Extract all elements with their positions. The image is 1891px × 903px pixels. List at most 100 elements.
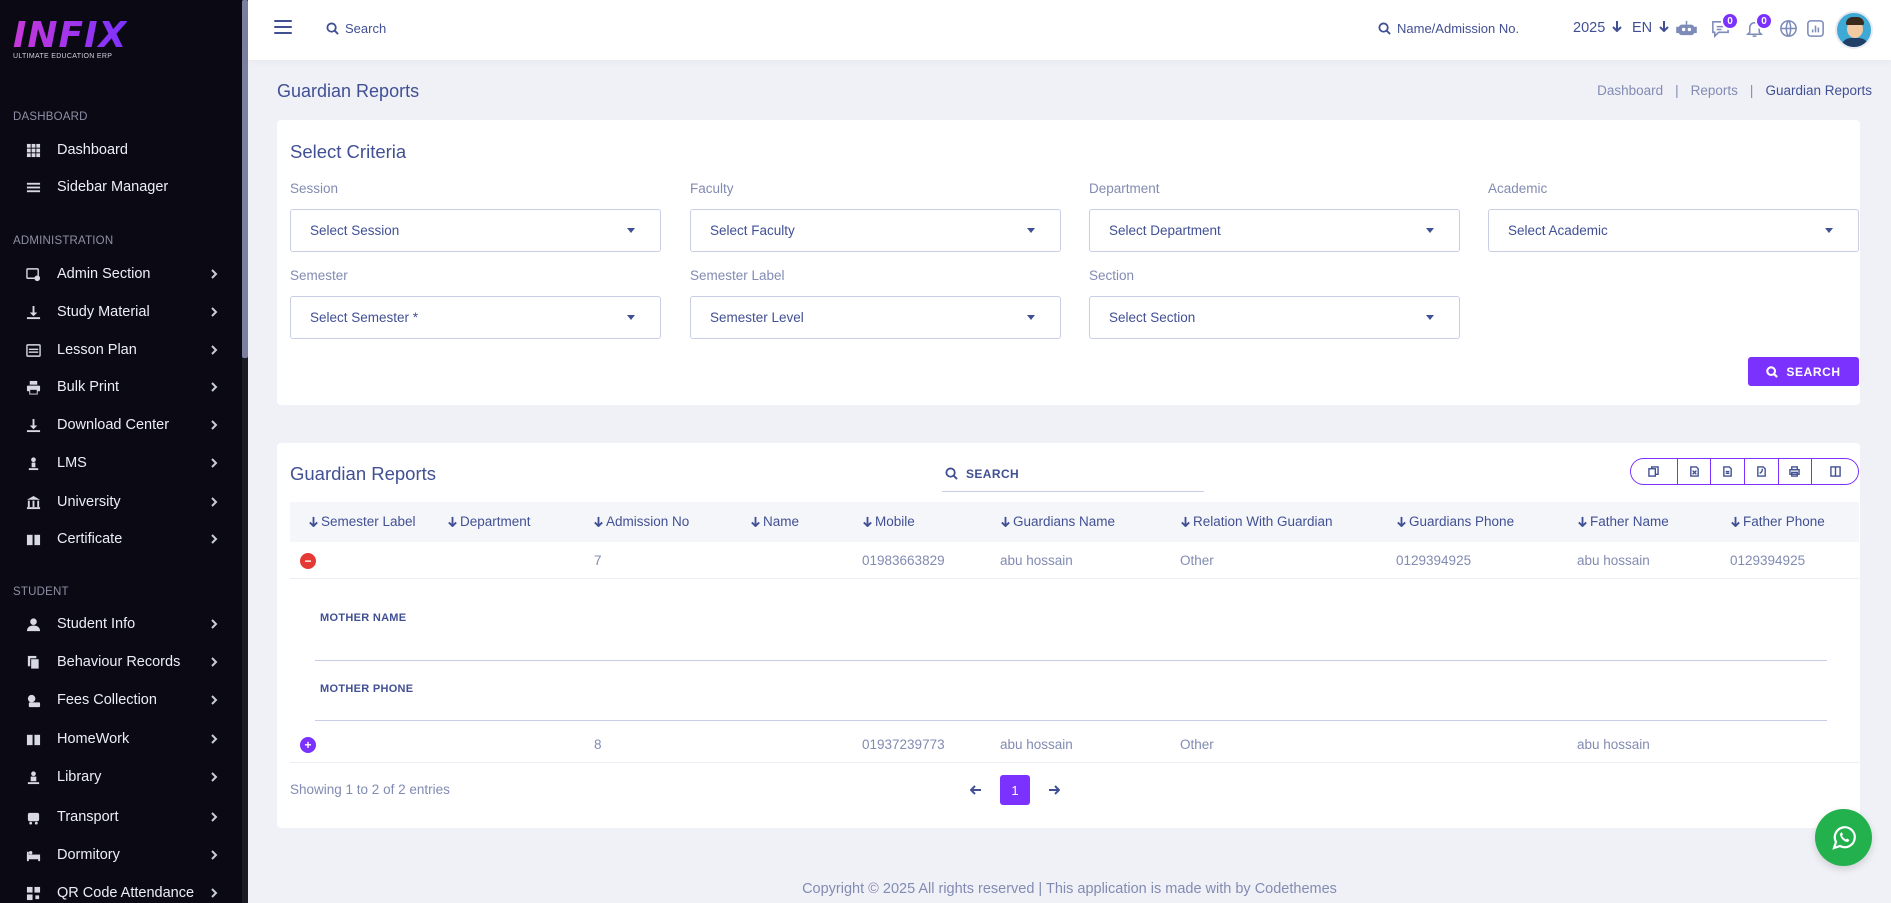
next-page-icon[interactable] bbox=[1044, 780, 1064, 800]
department-value: Select Department bbox=[1109, 223, 1221, 238]
column-father-name[interactable]: Father Name bbox=[1577, 514, 1669, 529]
chevron-right-icon bbox=[208, 693, 222, 707]
column-admission-no[interactable]: Admission No bbox=[593, 514, 689, 529]
cell-father-phone: 0129394925 bbox=[1730, 553, 1806, 568]
child-title: MOTHER NAME bbox=[320, 612, 407, 624]
search-icon bbox=[326, 22, 339, 35]
column-father-phone[interactable]: Father Phone bbox=[1730, 514, 1825, 529]
cell-father-name: abu hossain bbox=[1577, 553, 1650, 568]
pdf-icon[interactable] bbox=[1745, 459, 1779, 484]
chart-icon[interactable] bbox=[1805, 18, 1827, 40]
section-label: Section bbox=[1089, 268, 1135, 283]
qr-icon bbox=[25, 885, 41, 901]
session-select[interactable]: Select Session bbox=[290, 209, 661, 252]
column-guardians-phone[interactable]: Guardians Phone bbox=[1396, 514, 1514, 529]
sidebar-item-label: Dormitory bbox=[57, 847, 120, 863]
language-value: EN bbox=[1632, 20, 1653, 36]
sidebar-item-admin-section[interactable]: Admin Section bbox=[0, 258, 242, 290]
expand-row-icon[interactable]: + bbox=[300, 737, 316, 753]
download-icon bbox=[25, 417, 41, 433]
globe-icon[interactable] bbox=[1778, 18, 1800, 40]
search-button[interactable]: SEARCH bbox=[1748, 357, 1859, 386]
columns-icon[interactable] bbox=[1812, 459, 1858, 484]
column-guardians-name[interactable]: Guardians Name bbox=[1000, 514, 1115, 529]
chevron-right-icon bbox=[208, 305, 222, 319]
language-selector[interactable]: EN bbox=[1632, 20, 1670, 36]
column-semester-label[interactable]: Semester Label bbox=[308, 514, 416, 529]
breadcrumb-reports[interactable]: Reports bbox=[1691, 83, 1738, 98]
sidebar-item-university[interactable]: University bbox=[0, 486, 242, 518]
collapse-row-icon[interactable]: − bbox=[300, 553, 316, 569]
semester-label-select[interactable]: Semester Level bbox=[690, 296, 1061, 339]
csv-icon[interactable] bbox=[1711, 459, 1745, 484]
column-department[interactable]: Department bbox=[447, 514, 531, 529]
faculty-select[interactable]: Select Faculty bbox=[690, 209, 1061, 252]
search-button-label: SEARCH bbox=[1786, 364, 1841, 379]
page-number[interactable]: 1 bbox=[1000, 775, 1030, 805]
cell-admission-no: 8 bbox=[594, 737, 602, 752]
cell-guardians-name: abu hossain bbox=[1000, 737, 1073, 752]
brand-logo[interactable]: INFIX ULTIMATE EDUCATION ERP bbox=[13, 18, 127, 61]
section-select[interactable]: Select Section bbox=[1089, 296, 1460, 339]
sidebar-item-bulk-print[interactable]: Bulk Print bbox=[0, 371, 242, 403]
sort-arrow-icon bbox=[1181, 516, 1190, 527]
column-relation[interactable]: Relation With Guardian bbox=[1180, 514, 1333, 529]
bell-icon[interactable]: 0 bbox=[1744, 12, 1773, 40]
section-student: STUDENT bbox=[13, 586, 69, 598]
sidebar-item-download-center[interactable]: Download Center bbox=[0, 409, 242, 441]
grid-icon bbox=[25, 142, 41, 158]
column-label: Admission No bbox=[606, 514, 690, 529]
sidebar-item-lesson-plan[interactable]: Lesson Plan bbox=[0, 334, 242, 366]
child-row-mother-name: MOTHER NAME bbox=[315, 579, 1827, 661]
chat-icon[interactable]: 0 bbox=[1710, 12, 1739, 40]
cell-relation: Other bbox=[1180, 737, 1214, 752]
sidebar-item-fees-collection[interactable]: Fees Collection bbox=[0, 684, 242, 716]
whatsapp-icon[interactable] bbox=[1815, 809, 1872, 866]
cell-guardians-phone: 0129394925 bbox=[1396, 553, 1472, 568]
chat-badge: 0 bbox=[1721, 12, 1739, 30]
sidebar-item-sidebar-manager[interactable]: Sidebar Manager bbox=[0, 171, 242, 203]
sidebar-item-library[interactable]: Library bbox=[0, 761, 242, 793]
sidebar-item-label: Bulk Print bbox=[57, 379, 120, 395]
year-selector[interactable]: 2025 bbox=[1573, 20, 1623, 36]
robot-icon[interactable] bbox=[1676, 18, 1698, 40]
column-mobile[interactable]: Mobile bbox=[862, 514, 915, 529]
sidebar-item-transport[interactable]: Transport bbox=[0, 801, 242, 833]
global-search[interactable]: Search bbox=[326, 21, 386, 36]
sidebar-item-qr-code-attendance[interactable]: QR Code Attendance bbox=[0, 877, 242, 903]
student-search[interactable]: Name/Admission No. bbox=[1378, 21, 1519, 36]
sidebar-item-student-info[interactable]: Student Info bbox=[0, 608, 242, 640]
print-icon[interactable] bbox=[1779, 459, 1813, 484]
cell-guardians-name: abu hossain bbox=[1000, 553, 1073, 568]
breadcrumb-dashboard[interactable]: Dashboard bbox=[1597, 83, 1663, 98]
semester-select[interactable]: Select Semester * bbox=[290, 296, 661, 339]
avatar[interactable] bbox=[1835, 11, 1873, 49]
sidebar-scrollbar[interactable] bbox=[242, 0, 248, 903]
column-label: Father Name bbox=[1590, 514, 1669, 529]
chevron-right-icon bbox=[208, 848, 222, 862]
prev-page-icon[interactable] bbox=[966, 780, 986, 800]
sort-arrow-icon bbox=[751, 516, 760, 527]
hamburger-menu-icon[interactable] bbox=[274, 20, 292, 38]
table-row: − 7 01983663829 abu hossain Other 012939… bbox=[290, 543, 1859, 579]
semester-label-value: Semester Level bbox=[710, 310, 804, 325]
copy-icon[interactable] bbox=[1631, 459, 1678, 484]
academic-select[interactable]: Select Academic bbox=[1488, 209, 1859, 252]
topbar: Search Name/Admission No. 2025 EN 0 0 bbox=[248, 0, 1891, 60]
sidebar-item-certificate[interactable]: Certificate bbox=[0, 523, 242, 555]
sidebar-item-behaviour-records[interactable]: Behaviour Records bbox=[0, 646, 242, 678]
sidebar-item-homework[interactable]: HomeWork bbox=[0, 723, 242, 755]
table-search-input[interactable]: SEARCH bbox=[942, 456, 1204, 492]
breadcrumb: Dashboard | Reports | Guardian Reports bbox=[1597, 83, 1872, 98]
column-name[interactable]: Name bbox=[750, 514, 799, 529]
excel-icon[interactable] bbox=[1678, 459, 1712, 484]
sidebar-item-study-material[interactable]: Study Material bbox=[0, 296, 242, 328]
sidebar-item-dashboard[interactable]: Dashboard bbox=[0, 134, 242, 166]
sidebar-item-lms[interactable]: LMS bbox=[0, 447, 242, 479]
column-label: Guardians Phone bbox=[1409, 514, 1515, 529]
chevron-right-icon bbox=[208, 456, 222, 470]
department-select[interactable]: Select Department bbox=[1089, 209, 1460, 252]
sidebar-item-dormitory[interactable]: Dormitory bbox=[0, 839, 242, 871]
fees-icon bbox=[25, 692, 41, 708]
breadcrumb-separator: | bbox=[1749, 83, 1754, 98]
